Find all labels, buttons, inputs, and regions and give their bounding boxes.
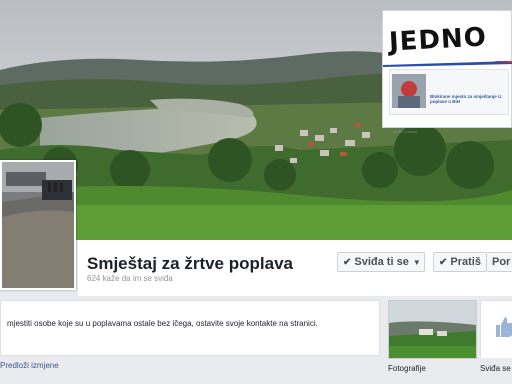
chevron-down-icon: ▼ <box>412 257 421 267</box>
follow-button[interactable]: ✔ Pratiš <box>433 252 487 272</box>
ad-headline: Blokirane mjesto za smještanje iz poplav… <box>430 94 502 104</box>
thumbs-up-icon <box>481 301 512 358</box>
photos-thumbnail <box>389 301 476 358</box>
ad-banner[interactable]: JEDNO Blokirane mjesto za smještanje iz … <box>382 10 512 134</box>
follow-button-label: Pratiš <box>450 256 481 268</box>
ad-logo: JEDNO <box>388 22 488 58</box>
check-icon: ✔ <box>439 256 448 268</box>
photos-label[interactable]: Fotografije <box>388 364 426 373</box>
about-box: mjestiti osobe koje su u poplavama ostal… <box>0 300 380 356</box>
message-button[interactable]: Por <box>487 252 512 272</box>
about-text: mjestiti osobe koje su u poplavama ostal… <box>7 319 318 328</box>
message-button-label: Por <box>492 256 511 268</box>
ad-card[interactable]: Blokirane mjesto za smještanje iz poplav… <box>389 69 509 115</box>
like-button-label: Sviđa ti se <box>354 256 409 268</box>
ad-thumbnail <box>392 74 426 108</box>
likes-tile[interactable] <box>480 300 512 358</box>
likes-count[interactable]: 624 kaže da im se sviđa <box>87 274 173 283</box>
ad-stripe <box>383 61 512 67</box>
photos-tile[interactable] <box>388 300 477 359</box>
profile-picture[interactable] <box>0 160 76 290</box>
like-button[interactable]: ✔ Sviđa ti se ▼ <box>337 252 425 272</box>
likes-label[interactable]: Sviđa se <box>480 364 511 373</box>
profile-picture-image <box>2 162 74 288</box>
suggest-edits-link[interactable]: Predloži izmjene <box>0 361 59 370</box>
page-title[interactable]: Smještaj za žrtve poplava <box>87 254 293 274</box>
ad-small-text: nešto o Bosni <box>393 129 418 134</box>
check-icon: ✔ <box>343 256 352 268</box>
